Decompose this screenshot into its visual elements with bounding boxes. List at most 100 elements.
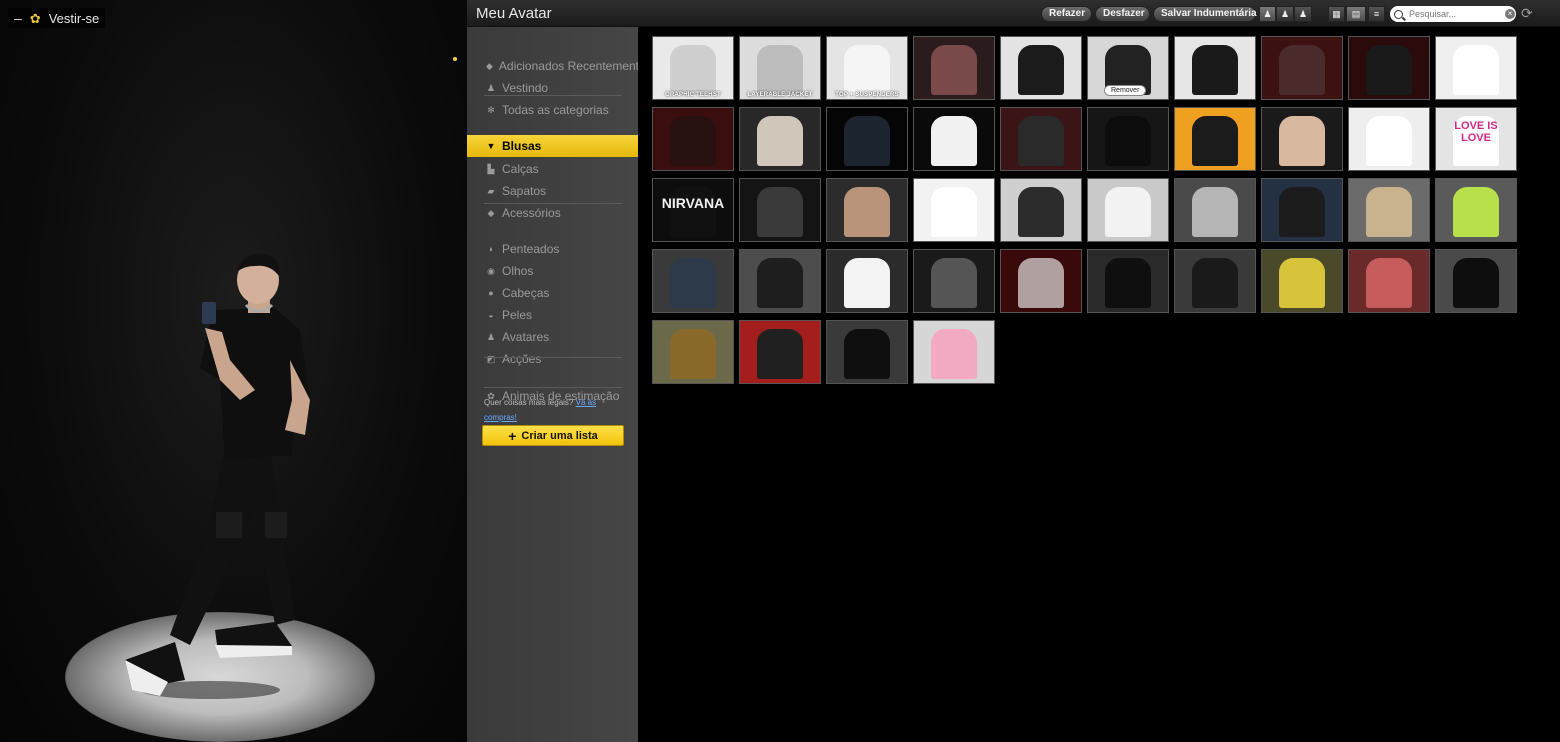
product-thumbnail[interactable] [1000, 36, 1082, 100]
product-thumbnail[interactable] [1348, 178, 1430, 242]
product-thumbnail[interactable] [1435, 249, 1517, 313]
sidebar-item[interactable]: ◒ Peles [467, 305, 638, 325]
product-thumbnail[interactable] [1348, 36, 1430, 100]
stand-view-icon[interactable]: ♟ [1294, 6, 1312, 22]
stage-marker [453, 57, 457, 61]
product-thumbnail[interactable] [652, 107, 734, 171]
sidebar-item[interactable]: ◩ Acções [467, 349, 638, 369]
product-thumbnail[interactable] [913, 320, 995, 384]
shirt-preview-icon [757, 187, 803, 237]
product-thumbnail[interactable] [913, 36, 995, 100]
tag-icon: ◆ [486, 60, 493, 71]
product-thumbnail[interactable] [1348, 107, 1430, 171]
clear-search-icon[interactable]: × [1505, 9, 1515, 19]
product-thumbnail[interactable] [1087, 107, 1169, 171]
product-thumbnail[interactable] [1087, 178, 1169, 242]
avatar-icon: ♟ [486, 331, 496, 342]
single-view-icon[interactable]: ♟ [1259, 6, 1276, 22]
product-thumbnail[interactable]: LAYERABLE JACKET [739, 36, 821, 100]
sidebar-item[interactable]: ◆ Adicionados Recentemente [467, 56, 638, 76]
remove-button[interactable]: Remover [1104, 85, 1147, 96]
grid-view-icon[interactable]: ▦ [1328, 6, 1345, 22]
product-thumbnail[interactable] [1174, 249, 1256, 313]
product-thumbnail[interactable] [1000, 178, 1082, 242]
sidebar-item[interactable]: ◉ Olhos [467, 261, 638, 281]
product-thumbnail[interactable] [739, 178, 821, 242]
product-thumbnail[interactable] [1000, 107, 1082, 171]
product-thumbnail[interactable] [826, 178, 908, 242]
large-grid-view-icon[interactable]: ▤ [1346, 6, 1366, 22]
sidebar-item[interactable]: ♟ Avatares [467, 327, 638, 347]
search-box[interactable]: × [1390, 6, 1516, 22]
product-thumbnail[interactable] [739, 320, 821, 384]
product-thumbnail[interactable] [1261, 249, 1343, 313]
sidebar-item[interactable]: ● Cabeças [467, 283, 638, 303]
redo-button[interactable]: Refazer [1041, 6, 1092, 22]
panel-title: Meu Avatar [476, 5, 552, 22]
sidebar-item[interactable]: ▰ Sapatos [467, 181, 638, 201]
undo-button[interactable]: Desfazer [1095, 6, 1150, 22]
product-thumbnail[interactable] [1087, 249, 1169, 313]
product-thumbnail[interactable]: GRAPHIC TEEHST [652, 36, 734, 100]
sidebar-item[interactable]: ◆ Acessórios [467, 203, 638, 223]
avatar-stage[interactable]: – ✿ Vestir-se [0, 0, 467, 742]
product-thumbnail[interactable] [1435, 36, 1517, 100]
my-avatar-panel: Meu Avatar Refazer Desfazer Salvar Indum… [467, 0, 1560, 742]
save-outfit-button[interactable]: Salvar Indumentária [1153, 6, 1257, 22]
shirt-preview-icon [670, 329, 716, 379]
product-thumbnail[interactable] [652, 320, 734, 384]
shirt-preview-icon [1366, 45, 1412, 95]
shirt-preview-icon [670, 116, 716, 166]
product-label: GRAPHIC TEEHST [665, 92, 721, 98]
shirt-preview-icon [931, 187, 977, 237]
product-thumbnail[interactable] [913, 107, 995, 171]
promo-text: Quer coisas mais legais? [484, 398, 574, 407]
product-thumbnail[interactable] [1261, 36, 1343, 100]
product-thumbnail[interactable] [1261, 107, 1343, 171]
minimize-button[interactable]: – [14, 11, 22, 25]
product-thumbnail[interactable] [1348, 249, 1430, 313]
shirt-preview-icon [844, 329, 890, 379]
product-thumbnail[interactable] [1174, 107, 1256, 171]
search-input[interactable] [1409, 9, 1505, 19]
sidebar-item[interactable]: ▼ Blusas [467, 135, 638, 157]
group-view-icon[interactable]: ♟ [1276, 6, 1294, 22]
product-thumbnail[interactable] [739, 249, 821, 313]
sidebar-item-label: Cabeças [502, 286, 550, 300]
shirt-preview-icon [1105, 187, 1151, 237]
sidebar-item[interactable]: ▙ Calças [467, 159, 638, 179]
product-thumbnail[interactable] [826, 107, 908, 171]
shirt-icon: ▼ [486, 141, 496, 151]
list-view-icon[interactable]: ≡ [1368, 6, 1385, 22]
sidebar-divider [484, 203, 622, 204]
refresh-icon[interactable]: ⟳ [1521, 5, 1533, 22]
product-thumbnail[interactable] [913, 178, 995, 242]
avatar-figure[interactable] [60, 250, 330, 700]
product-thumbnail[interactable] [1174, 178, 1256, 242]
product-thumbnail[interactable] [826, 320, 908, 384]
sidebar-item-label: Peles [502, 308, 533, 322]
product-thumbnail[interactable]: TOP + SUSPENDERS [826, 36, 908, 100]
gem-icon: ◆ [487, 207, 495, 218]
shop-promo: Quer coisas mais legais? Vá às compras! [484, 395, 624, 425]
product-thumbnail[interactable] [1000, 249, 1082, 313]
product-thumbnail[interactable]: NIRVANA [652, 178, 734, 242]
product-thumbnail[interactable] [1261, 178, 1343, 242]
sidebar-item[interactable]: ✻ Todas as categorias [467, 100, 638, 120]
product-thumbnail[interactable] [826, 249, 908, 313]
create-list-button[interactable]: + Criar uma lista [482, 425, 624, 446]
shirt-preview-icon [1366, 187, 1412, 237]
product-thumbnail[interactable] [652, 249, 734, 313]
search-icon [1394, 9, 1403, 19]
sidebar-item-label: Vestindo [502, 81, 549, 95]
product-thumbnail[interactable] [1435, 178, 1517, 242]
product-thumbnail[interactable]: Remover [1087, 36, 1169, 100]
product-thumbnail[interactable] [739, 107, 821, 171]
product-thumbnail[interactable]: LOVE IS LOVE [1435, 107, 1517, 171]
product-thumbnail[interactable] [913, 249, 995, 313]
stage-header: – ✿ Vestir-se [8, 8, 106, 28]
shirt-preview-icon [1192, 45, 1238, 95]
sidebar-item[interactable]: ◗ Penteados [467, 239, 638, 259]
shirt-preview-icon [1018, 116, 1064, 166]
product-thumbnail[interactable] [1174, 36, 1256, 100]
